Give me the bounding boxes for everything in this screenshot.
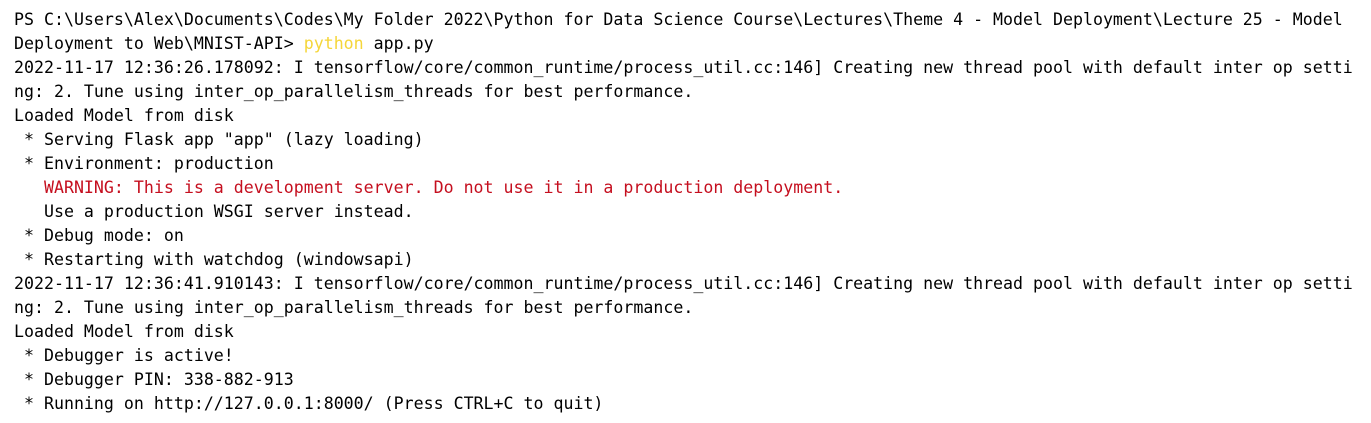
output-line: Use a production WSGI server instead. (14, 202, 414, 221)
command-name: python (303, 34, 364, 53)
prompt-path: Deployment to Web\MNIST-API> (14, 34, 304, 53)
warning-line: WARNING: This is a development server. D… (14, 178, 844, 197)
prompt-command-line: Deployment to Web\MNIST-API> python app.… (14, 32, 1371, 56)
output-line: * Serving Flask app "app" (lazy loading) (14, 130, 424, 149)
output-line: * Running on http://127.0.0.1:8000/ (Pre… (14, 394, 604, 413)
output-line: Loaded Model from disk (14, 322, 234, 341)
terminal-output[interactable]: PS C:\Users\Alex\Documents\Codes\My Fold… (0, 0, 1371, 423)
output-line: 2022-11-17 12:36:41.910143: I tensorflow… (14, 274, 1353, 293)
output-line: * Environment: production (14, 154, 274, 173)
output-line: Loaded Model from disk (14, 106, 234, 125)
output-line: * Debug mode: on (14, 226, 184, 245)
scrollbar[interactable] (1365, 0, 1371, 423)
command-args: app.py (363, 34, 434, 53)
prompt-line: PS C:\Users\Alex\Documents\Codes\My Fold… (14, 10, 1343, 29)
output-line: ng: 2. Tune using inter_op_parallelism_t… (14, 82, 694, 101)
output-line: ng: 2. Tune using inter_op_parallelism_t… (14, 298, 694, 317)
output-line: * Debugger PIN: 338-882-913 (14, 370, 294, 389)
output-line: 2022-11-17 12:36:26.178092: I tensorflow… (14, 58, 1353, 77)
output-line: * Restarting with watchdog (windowsapi) (14, 250, 414, 269)
output-line: * Debugger is active! (14, 346, 234, 365)
